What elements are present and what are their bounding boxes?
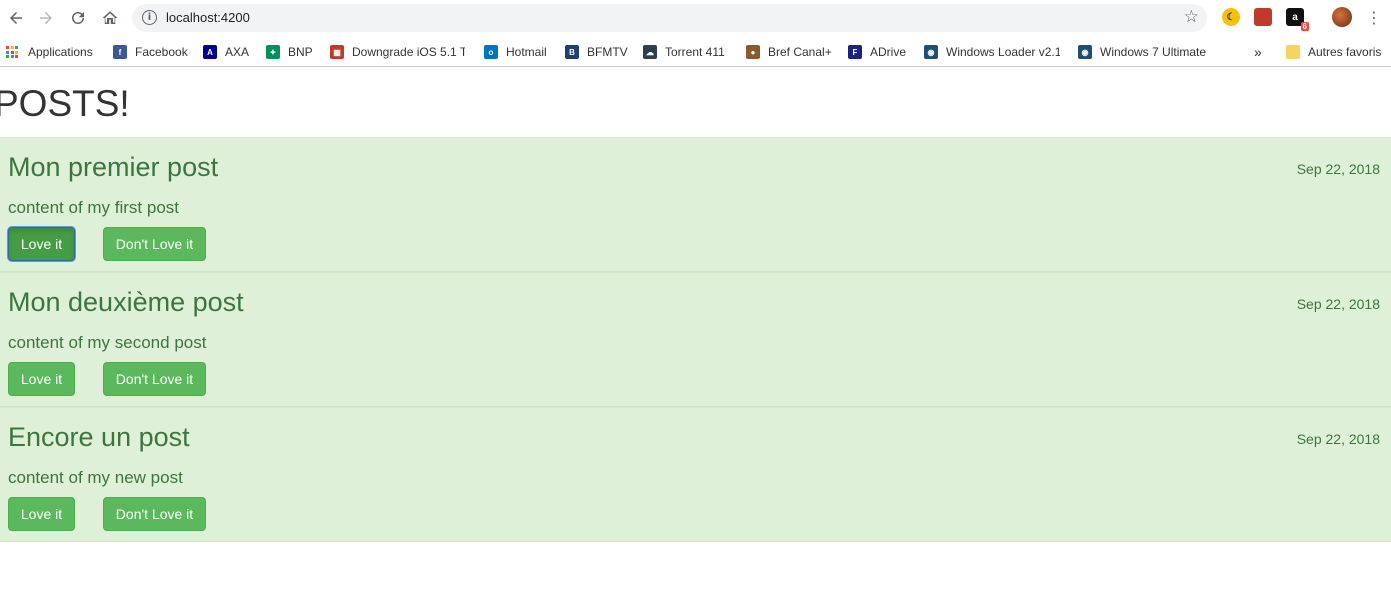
bookmark-bref-canal[interactable]: ● Bref Canal+ bbox=[746, 42, 832, 62]
bookmark-applications[interactable]: Applications bbox=[6, 42, 93, 62]
post-date: Sep 22, 2018 bbox=[1296, 431, 1380, 447]
bfmtv-icon: B bbox=[565, 45, 579, 59]
bookmark-label: BNP bbox=[288, 45, 313, 59]
info-icon[interactable]: i bbox=[142, 10, 157, 25]
bookmark-label: Facebook bbox=[135, 45, 188, 59]
outlook-icon: o bbox=[484, 45, 498, 59]
post-title: Mon premier post bbox=[8, 152, 219, 182]
bref-icon: ● bbox=[746, 45, 760, 59]
browser-toolbar: i localhost:4200 ☆ ☾ a6 ⋮ bbox=[0, 0, 1391, 37]
bookmark-label: Autres favoris bbox=[1308, 45, 1382, 59]
bookmark-torrent-411[interactable]: ☁ Torrent 411 bbox=[643, 42, 725, 62]
post-date: Sep 22, 2018 bbox=[1296, 161, 1380, 177]
post-content: content of my first post bbox=[8, 198, 180, 217]
post-list: Mon premier post Sep 22, 2018 content of… bbox=[0, 137, 1391, 542]
more-options-icon[interactable]: ⋮ bbox=[1366, 8, 1382, 28]
dont-love-it-button[interactable]: Don't Love it bbox=[103, 227, 206, 261]
bookmark-label: AXA bbox=[225, 45, 250, 59]
dont-love-it-button[interactable]: Don't Love it bbox=[103, 362, 206, 396]
loader-icon: ◉ bbox=[1078, 45, 1092, 59]
post-title: Mon deuxième post bbox=[8, 287, 244, 317]
bookmark-bnp[interactable]: ✦ BNP bbox=[266, 42, 313, 62]
forward-button[interactable] bbox=[30, 2, 62, 34]
post-title: Encore un post bbox=[8, 422, 190, 452]
bookmark-label: Bref Canal+ bbox=[768, 45, 832, 59]
dont-love-it-button[interactable]: Don't Love it bbox=[103, 497, 206, 531]
home-button[interactable] bbox=[94, 2, 126, 34]
bookmark-adrive[interactable]: F ADrive bbox=[848, 42, 906, 62]
back-button[interactable] bbox=[0, 2, 32, 34]
love-it-button[interactable]: Love it bbox=[8, 362, 75, 396]
bookmark-axa[interactable]: A AXA bbox=[203, 42, 249, 62]
star-icon[interactable]: ☆ bbox=[1184, 7, 1199, 27]
profile-avatar[interactable] bbox=[1332, 7, 1352, 27]
bookmarks-bar: Applications f Facebook A AXA ✦ BNP ▦ Do… bbox=[0, 37, 1391, 67]
love-it-button[interactable]: Love it bbox=[8, 227, 75, 261]
bookmark-label: Windows Loader v2.1 bbox=[946, 45, 1060, 59]
bookmark-label: ADrive bbox=[870, 45, 907, 59]
bookmarks-overflow-button[interactable]: » bbox=[1254, 42, 1262, 62]
post-content: content of my new post bbox=[8, 468, 183, 487]
book-extension-icon[interactable] bbox=[1254, 8, 1272, 26]
love-it-button[interactable]: Love it bbox=[8, 497, 75, 531]
page-title: POSTS! bbox=[0, 83, 130, 124]
post-item: Mon deuxième post Sep 22, 2018 content o… bbox=[0, 272, 1391, 407]
facebook-icon: f bbox=[113, 45, 127, 59]
moon-extension-icon[interactable]: ☾ bbox=[1222, 8, 1240, 26]
torrent-icon: ☁ bbox=[643, 45, 657, 59]
bookmark-downgrade-ios[interactable]: ▦ Downgrade iOS 5.1 T bbox=[330, 42, 465, 62]
address-bar[interactable]: i localhost:4200 ☆ bbox=[132, 4, 1207, 32]
home-icon bbox=[102, 11, 118, 24]
adrive-icon: F bbox=[848, 45, 862, 59]
bookmark-label: Downgrade iOS 5.1 T bbox=[352, 45, 465, 59]
axa-icon: A bbox=[203, 45, 217, 59]
page-content: POSTS! Mon premier post Sep 22, 2018 con… bbox=[0, 68, 1391, 600]
apps-grid-icon bbox=[6, 46, 20, 58]
arrow-left-icon bbox=[10, 12, 22, 24]
reload-button[interactable] bbox=[62, 2, 94, 34]
bookmark-label: BFMTV bbox=[587, 45, 628, 59]
post-content: content of my second post bbox=[8, 333, 207, 352]
bookmark-label: Applications bbox=[28, 45, 93, 59]
url-text[interactable]: localhost:4200 bbox=[166, 10, 250, 25]
chevron-double-right-icon: » bbox=[1254, 44, 1262, 60]
bookmark-autres-favoris[interactable]: Autres favoris bbox=[1286, 42, 1381, 62]
post-date: Sep 22, 2018 bbox=[1296, 296, 1380, 312]
folder-icon bbox=[1286, 45, 1300, 59]
bnp-icon: ✦ bbox=[266, 45, 280, 59]
bookmark-hotmail[interactable]: o Hotmail bbox=[484, 42, 547, 62]
bookmark-label: Hotmail bbox=[506, 45, 547, 59]
bookmark-label: Torrent 411 bbox=[665, 45, 725, 59]
bookmark-bfmtv[interactable]: B BFMTV bbox=[565, 42, 628, 62]
bookmark-label: Windows 7 Ultimate bbox=[1100, 45, 1207, 59]
bookmark-facebook[interactable]: f Facebook bbox=[113, 42, 188, 62]
post-item: Mon premier post Sep 22, 2018 content of… bbox=[0, 137, 1391, 272]
brick-icon: ▦ bbox=[330, 45, 344, 59]
extension-badge: 6 bbox=[1300, 22, 1309, 31]
arrow-right-icon bbox=[40, 12, 52, 24]
amazon-extension-icon[interactable]: a6 bbox=[1286, 8, 1309, 31]
reload-icon bbox=[72, 11, 84, 24]
loader-icon: ◉ bbox=[924, 45, 938, 59]
bookmark-windows-7-ultimate[interactable]: ◉ Windows 7 Ultimate bbox=[1078, 42, 1212, 62]
bookmark-windows-loader[interactable]: ◉ Windows Loader v2.1 bbox=[924, 42, 1060, 62]
post-item: Encore un post Sep 22, 2018 content of m… bbox=[0, 407, 1391, 542]
